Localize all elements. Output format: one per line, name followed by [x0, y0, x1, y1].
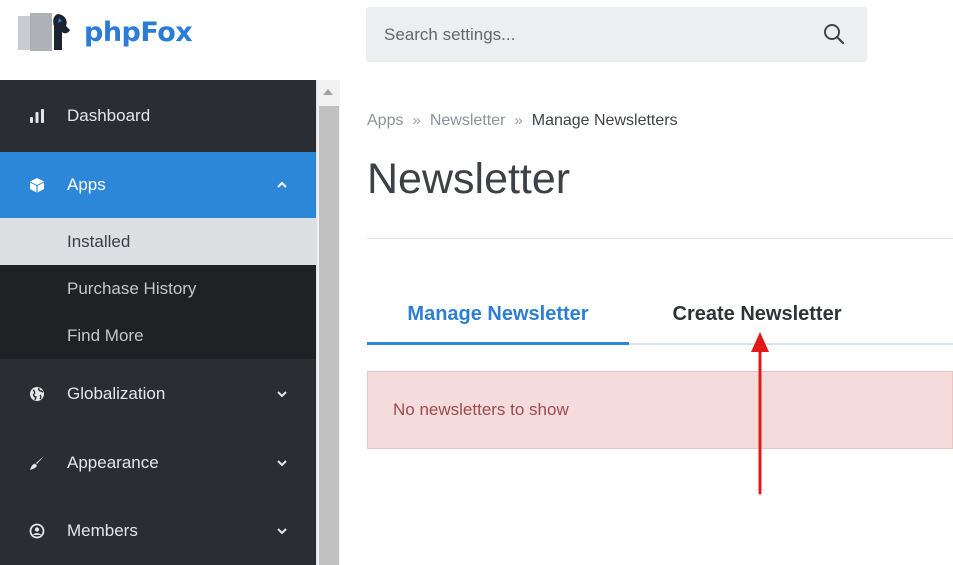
newsletter-tabs: Manage Newsletter Create Newsletter	[367, 297, 953, 345]
sidebar-item-label: Apps	[67, 175, 106, 194]
submenu-item-label: Installed	[67, 231, 131, 251]
brand-logo[interactable]: phpFox	[18, 12, 193, 52]
search-button[interactable]	[823, 23, 845, 45]
tab-manage-newsletter[interactable]: Manage Newsletter	[367, 297, 629, 345]
search-box	[366, 7, 867, 62]
page-title: Newsletter	[367, 155, 571, 203]
title-divider	[367, 238, 953, 239]
bar-chart-icon	[30, 109, 44, 123]
globe-icon	[30, 387, 44, 401]
breadcrumb-link-newsletter[interactable]: Newsletter	[430, 112, 506, 130]
breadcrumb-current: Manage Newsletters	[531, 112, 678, 129]
top-header: phpFox	[0, 0, 953, 80]
chevron-down-icon	[277, 460, 287, 467]
breadcrumb-link-apps[interactable]: Apps	[367, 112, 403, 130]
sidebar-scrollbar[interactable]	[316, 80, 340, 565]
sidebar-item-appearance[interactable]: Appearance	[0, 429, 316, 497]
chevron-down-icon	[277, 391, 287, 398]
admin-sidebar: Dashboard Apps Installed Purchase Histor…	[0, 80, 316, 565]
submenu-item-label: Find More	[67, 325, 144, 345]
sidebar-item-label: Dashboard	[67, 106, 151, 125]
brush-icon	[30, 456, 44, 470]
apps-submenu: Installed Purchase History Find More	[0, 218, 316, 359]
sidebar-item-apps[interactable]: Apps	[0, 152, 316, 218]
user-circle-icon	[29, 523, 45, 539]
red-annotation-arrow-icon	[751, 332, 769, 495]
alert-message: No newsletters to show	[393, 400, 569, 419]
sidebar-item-label: Appearance	[67, 453, 159, 472]
sidebar-item-members[interactable]: Members	[0, 497, 316, 565]
submenu-item-find-more[interactable]: Find More	[0, 312, 316, 359]
chevron-up-icon	[277, 181, 287, 188]
submenu-item-purchase-history[interactable]: Purchase History	[0, 265, 316, 312]
phpfox-logo-icon	[18, 13, 70, 51]
submenu-item-installed[interactable]: Installed	[0, 218, 316, 265]
breadcrumb-separator-icon: »	[412, 112, 421, 129]
submenu-item-label: Purchase History	[67, 278, 197, 298]
scroll-up-arrow-icon[interactable]	[323, 89, 333, 95]
search-icon	[824, 24, 845, 45]
sidebar-item-label: Globalization	[67, 384, 166, 403]
search-input[interactable]	[384, 7, 804, 62]
breadcrumb-separator-icon: »	[514, 112, 523, 129]
sidebar-item-label: Members	[67, 521, 138, 540]
chevron-down-icon	[277, 528, 287, 535]
scrollbar-thumb[interactable]	[319, 106, 339, 565]
sidebar-item-dashboard[interactable]: Dashboard	[0, 80, 316, 152]
empty-state-alert: No newsletters to show	[367, 371, 953, 449]
sidebar-item-globalization[interactable]: Globalization	[0, 359, 316, 429]
brand-name: phpFox	[84, 16, 193, 48]
cube-icon	[30, 178, 44, 193]
breadcrumb: Apps » Newsletter » Manage Newsletters	[367, 112, 678, 130]
